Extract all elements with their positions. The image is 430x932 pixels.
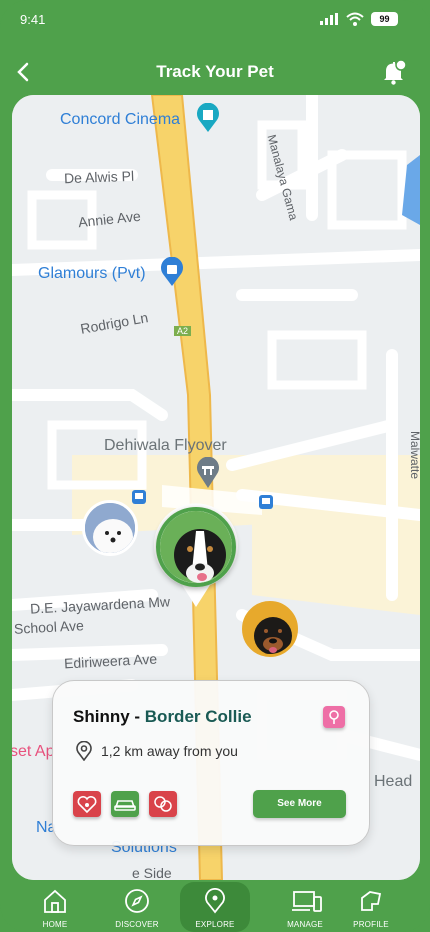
map-label-concord: Concord Cinema: [60, 111, 181, 128]
shop-pin-icon[interactable]: [160, 257, 184, 287]
health-badge[interactable]: [73, 791, 101, 817]
status-time: 9:41: [20, 12, 46, 27]
nav-profile-label: PROFILE: [353, 920, 389, 929]
car-icon: [114, 800, 136, 811]
distance-row: 1,2 km away from you: [75, 741, 238, 761]
nav-discover[interactable]: DISCOVER: [102, 882, 172, 932]
nav-discover-label: DISCOVER: [115, 920, 159, 929]
battery-icon: 99: [371, 12, 398, 26]
cinema-pin-icon[interactable]: [196, 103, 220, 133]
location-outline-icon: [76, 741, 92, 761]
pet-marker-rottweiler[interactable]: [242, 601, 298, 657]
pet-name-separator: -: [129, 707, 145, 726]
selected-pet-marker[interactable]: [152, 503, 240, 607]
map-label-side: e Side: [132, 865, 172, 880]
nav-home[interactable]: HOME: [20, 882, 90, 932]
map-label-head: Head: [374, 773, 413, 790]
pets-badge[interactable]: [149, 791, 177, 817]
home-icon: [44, 889, 66, 913]
compass-icon: [125, 889, 149, 913]
location-tag-button[interactable]: [323, 706, 345, 728]
distance-text: 1,2 km away from you: [101, 743, 238, 759]
header-bar: Track Your Pet: [0, 50, 430, 94]
map-label-set: set Ap: [12, 743, 55, 760]
flyover-pin-icon[interactable]: [196, 457, 220, 489]
location-pin-icon: [205, 888, 225, 914]
bus-stop-icon: [259, 495, 273, 509]
pet-title: Shinny - Border Collie: [73, 707, 252, 727]
nav-explore[interactable]: EXPLORE: [180, 882, 250, 932]
nav-manage[interactable]: MANAGE: [270, 882, 340, 932]
profile-icon: [361, 891, 382, 911]
map-label-a2: A2: [174, 326, 192, 336]
bell-icon[interactable]: [380, 58, 408, 86]
map-label-malwatte: Malwatte: [408, 431, 420, 480]
nav-home-label: HOME: [42, 920, 68, 929]
map-label-dehiwala: Dehiwala Flyover: [104, 437, 227, 454]
signal-icon: [320, 13, 338, 25]
pet-info-card[interactable]: Shinny - Border Collie 1,2 km away from …: [52, 680, 370, 846]
devices-icon: [292, 891, 322, 912]
bus-stop-icon: [132, 490, 146, 504]
map-label-de-alwis: De Alwis Pl: [63, 167, 135, 187]
transport-badge[interactable]: [111, 791, 139, 817]
heart-paw-icon: [77, 795, 97, 814]
page-title: Track Your Pet: [156, 62, 274, 81]
border-collie-avatar: [156, 507, 236, 587]
see-more-button[interactable]: See More: [253, 790, 346, 818]
phone-screen: 9:41 99 Track Your Pet Concord Cinema De…: [0, 0, 430, 932]
nav-explore-label: EXPLORE: [195, 920, 235, 929]
status-bar: 9:41 99: [0, 0, 430, 40]
bottom-nav: HOME DISCOVER EXPLORE MANAGE PROFILE: [0, 880, 430, 932]
nav-profile[interactable]: PROFILE: [336, 882, 406, 932]
pets-icon: [154, 796, 172, 812]
wifi-icon: [346, 12, 364, 26]
map-label-glamours: Glamours (Pvt): [38, 265, 146, 282]
pet-breed: Border Collie: [144, 707, 252, 726]
pet-name: Shinny: [73, 707, 130, 726]
map-pin-icon: [329, 710, 339, 724]
pet-marker-samoyed[interactable]: [82, 500, 138, 556]
nav-manage-label: MANAGE: [287, 920, 323, 929]
